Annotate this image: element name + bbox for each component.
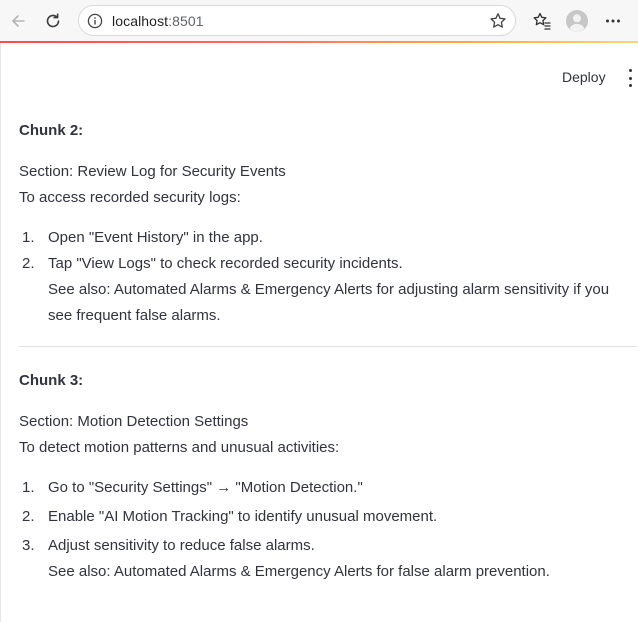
step-text: Adjust sensitivity to reduce false alarm… <box>48 537 315 554</box>
more-horizontal-icon <box>606 19 620 23</box>
reload-icon <box>46 13 60 28</box>
list-item: 1. Go to "Security Settings" → "Motion D… <box>19 475 637 501</box>
main-menu-button[interactable] <box>623 69 637 87</box>
menu-dot-icon <box>628 76 632 80</box>
url-port: :8501 <box>168 13 204 29</box>
app-main: Deploy Chunk 2: Section: Review Log for … <box>0 43 638 622</box>
step-number: 1. <box>22 479 35 496</box>
menu-dot-icon <box>628 84 632 87</box>
url-host: localhost <box>112 13 169 29</box>
reload-button[interactable] <box>40 8 66 34</box>
chunk-content: Chunk 2: Section: Review Log for Securit… <box>19 118 637 585</box>
star-icon[interactable] <box>489 12 507 30</box>
divider <box>19 346 637 347</box>
browser-toolbar: localhost:8501 <box>0 0 638 43</box>
list-item: 2. Enable "AI Motion Tracking" to identi… <box>19 504 637 530</box>
step-number: 2. <box>22 508 35 525</box>
chunk-title: Chunk 2: <box>19 122 84 139</box>
see-also-note: See also: Automated Alarms & Emergency A… <box>48 563 550 580</box>
info-icon[interactable] <box>87 13 103 29</box>
steps-list: 1. Go to "Security Settings" → "Motion D… <box>19 475 637 585</box>
step-number: 1. <box>22 229 35 246</box>
list-item: 3. Adjust sensitivity to reduce false al… <box>19 533 637 585</box>
list-item: 2. Tap "View Logs" to check recorded sec… <box>19 251 637 329</box>
deploy-button[interactable]: Deploy <box>556 67 612 87</box>
step-number: 3. <box>22 537 35 554</box>
chunk-section: Section: Review Log for Security Events … <box>19 159 637 211</box>
address-bar[interactable]: localhost:8501 <box>78 5 516 36</box>
step-number: 2. <box>22 255 35 272</box>
see-also-note: See also: Automated Alarms & Emergency A… <box>48 281 610 324</box>
steps-list: 1. Open "Event History" in the app. 2. T… <box>19 225 637 329</box>
step-text: Open "Event History" in the app. <box>48 229 263 246</box>
back-button[interactable] <box>5 8 31 34</box>
menu-dot-icon <box>628 69 632 72</box>
step-text: Enable "AI Motion Tracking" to identify … <box>48 508 438 525</box>
section-heading: Section: Review Log for Security Events <box>19 163 286 180</box>
chunk-title: Chunk 3: <box>19 372 84 389</box>
step-text: Go to "Security Settings" → "Motion Dete… <box>48 479 363 496</box>
browser-menu-button[interactable] <box>600 8 626 34</box>
chunk-section: Section: Motion Detection Settings To de… <box>19 409 637 461</box>
arrow-left-icon <box>12 15 25 27</box>
url-text[interactable]: localhost:8501 <box>112 13 204 29</box>
section-intro: To access recorded security logs: <box>19 189 241 206</box>
favorites-button[interactable] <box>529 8 555 34</box>
profile-button[interactable] <box>564 8 590 34</box>
favorites-icon <box>533 12 551 30</box>
step-text: Tap "View Logs" to check recorded securi… <box>48 255 403 272</box>
list-item: 1. Open "Event History" in the app. <box>19 225 637 251</box>
section-heading: Section: Motion Detection Settings <box>19 413 249 430</box>
section-intro: To detect motion patterns and unusual ac… <box>19 439 340 456</box>
avatar-icon <box>566 10 588 32</box>
